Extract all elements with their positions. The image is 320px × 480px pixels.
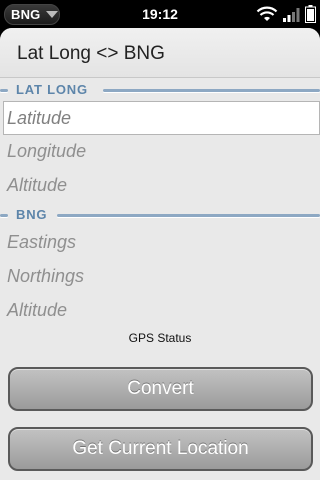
status-bar: BNG 19:12 — [0, 0, 320, 28]
section-label-lat-long: LAT LONG — [16, 82, 88, 97]
northings-input[interactable]: Northings — [7, 260, 320, 294]
section-divider-lat-long: LAT LONG — [0, 79, 320, 101]
divider-line — [103, 89, 320, 92]
divider-line — [0, 214, 8, 217]
divider-line — [57, 214, 320, 217]
page-title: Lat Long <> BNG — [0, 28, 320, 78]
convert-button[interactable]: Convert — [8, 367, 313, 411]
section-label-bng: BNG — [16, 207, 48, 222]
divider-line — [0, 89, 8, 92]
latitude-input[interactable]: Latitude — [3, 101, 320, 135]
section-divider-bng: BNG — [0, 204, 320, 226]
wifi-icon — [256, 6, 278, 21]
get-current-location-button[interactable]: Get Current Location — [8, 427, 313, 471]
signal-strength-icon — [283, 8, 300, 22]
gps-status-text: GPS Status — [128, 331, 192, 345]
altitude-input-lat-long[interactable]: Altitude — [7, 169, 320, 203]
main-card: Lat Long <> BNG LAT LONG Latitude Longit… — [0, 28, 320, 480]
battery-icon — [305, 5, 316, 23]
altitude-input-bng[interactable]: Altitude — [7, 294, 320, 328]
longitude-input[interactable]: Longitude — [7, 135, 320, 169]
eastings-input[interactable]: Eastings — [7, 226, 320, 260]
